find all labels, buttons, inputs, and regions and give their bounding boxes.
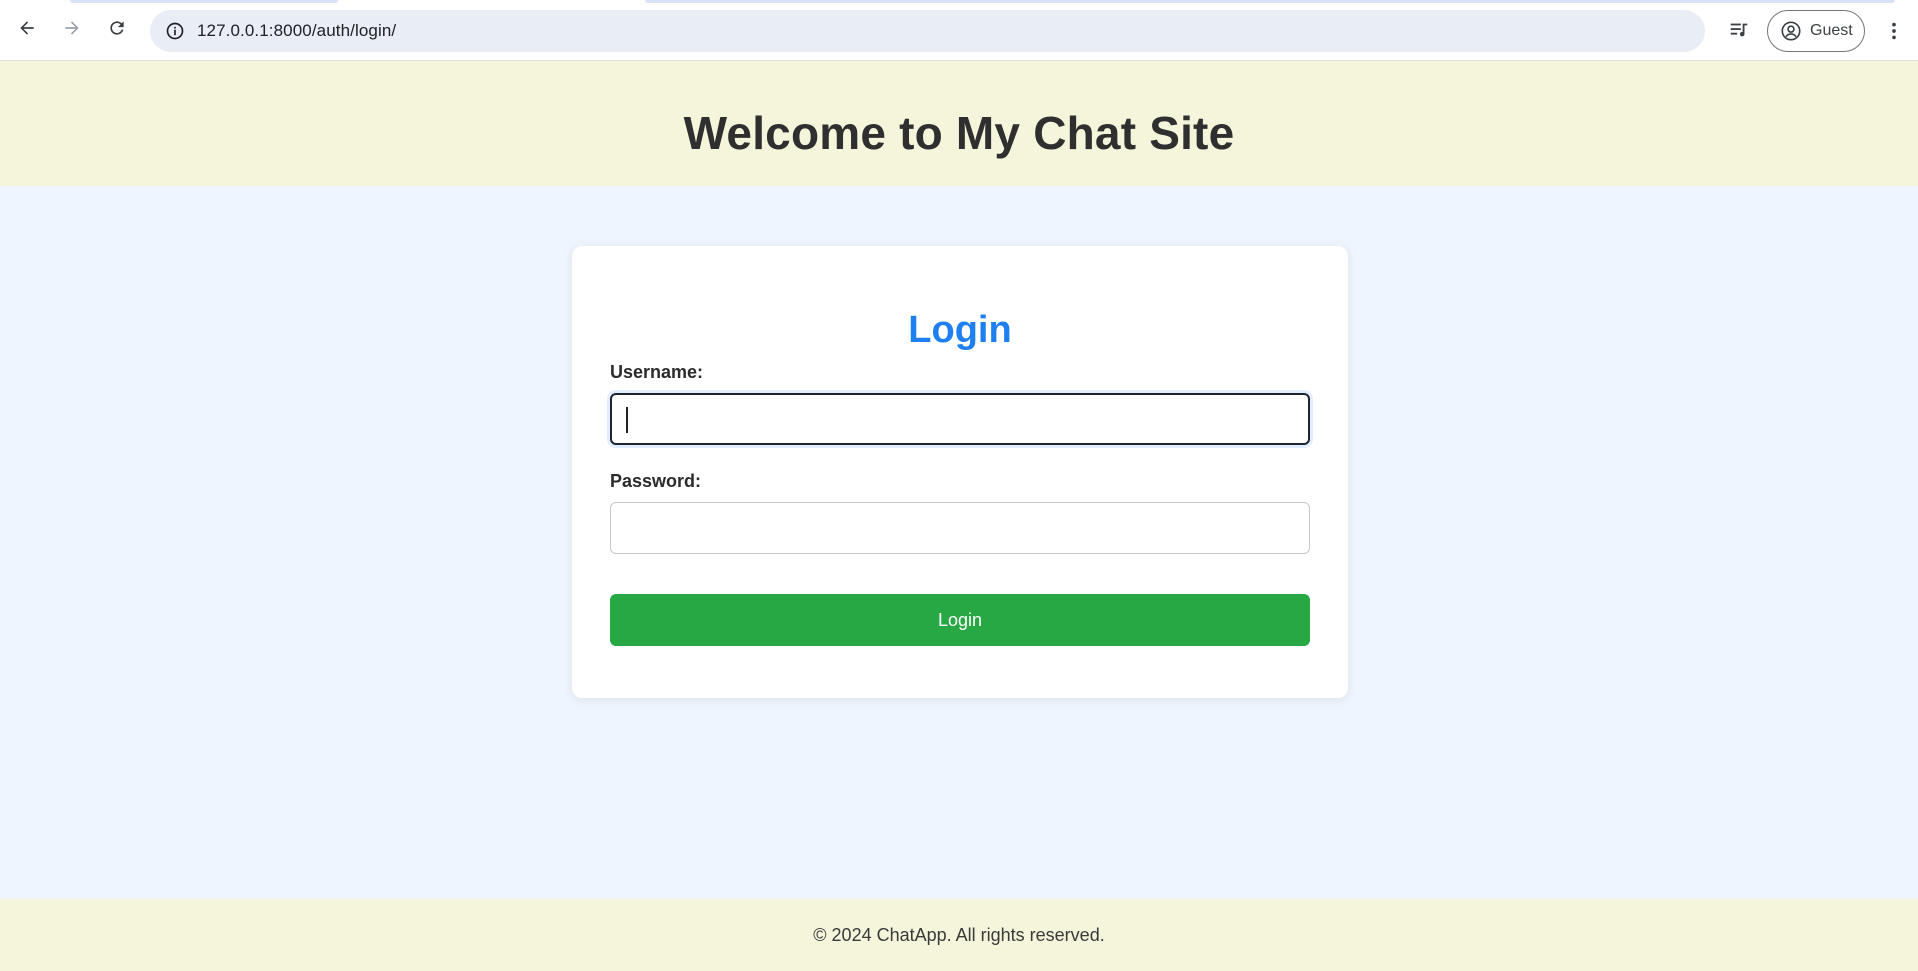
reload-icon [110, 21, 124, 35]
address-bar[interactable]: 127.0.0.1:8000/auth/login/ [150, 10, 1705, 52]
login-card: Login Username: Password: Login [572, 246, 1348, 698]
browser-toolbar: 127.0.0.1:8000/auth/login/ Guest [0, 0, 1918, 61]
profile-label: Guest [1810, 22, 1853, 39]
account-circle-icon [1781, 21, 1801, 41]
site-title: Welcome to My Chat Site [683, 106, 1235, 159]
url-text[interactable]: 127.0.0.1:8000/auth/login/ [197, 21, 396, 41]
username-label: Username: [610, 362, 704, 382]
media-queue-icon[interactable] [1728, 19, 1750, 41]
password-label: Password: [610, 471, 702, 491]
kebab-menu-icon [1892, 22, 1896, 40]
back-button[interactable] [13, 14, 41, 42]
login-button[interactable]: Login [610, 594, 1310, 646]
username-input[interactable] [610, 393, 1310, 445]
site-header: Welcome to My Chat Site [0, 61, 1918, 186]
reload-button[interactable] [103, 14, 131, 42]
copyright-text: © 2024 ChatApp. All rights reserved. [813, 924, 1105, 945]
profile-button[interactable]: Guest [1767, 10, 1865, 52]
info-icon[interactable] [165, 21, 185, 41]
tab-edge [70, 0, 338, 3]
tab-edge [645, 0, 1895, 3]
browser-menu-button[interactable] [1880, 17, 1908, 45]
page-content: Welcome to My Chat Site Login Username: … [0, 61, 1918, 971]
arrow-right-icon [65, 21, 79, 35]
text-caret [626, 407, 628, 433]
arrow-left-icon [20, 21, 34, 35]
site-footer: © 2024 ChatApp. All rights reserved. [0, 899, 1918, 971]
password-input[interactable] [610, 502, 1310, 554]
forward-button[interactable] [58, 14, 86, 42]
login-heading: Login [908, 309, 1012, 351]
